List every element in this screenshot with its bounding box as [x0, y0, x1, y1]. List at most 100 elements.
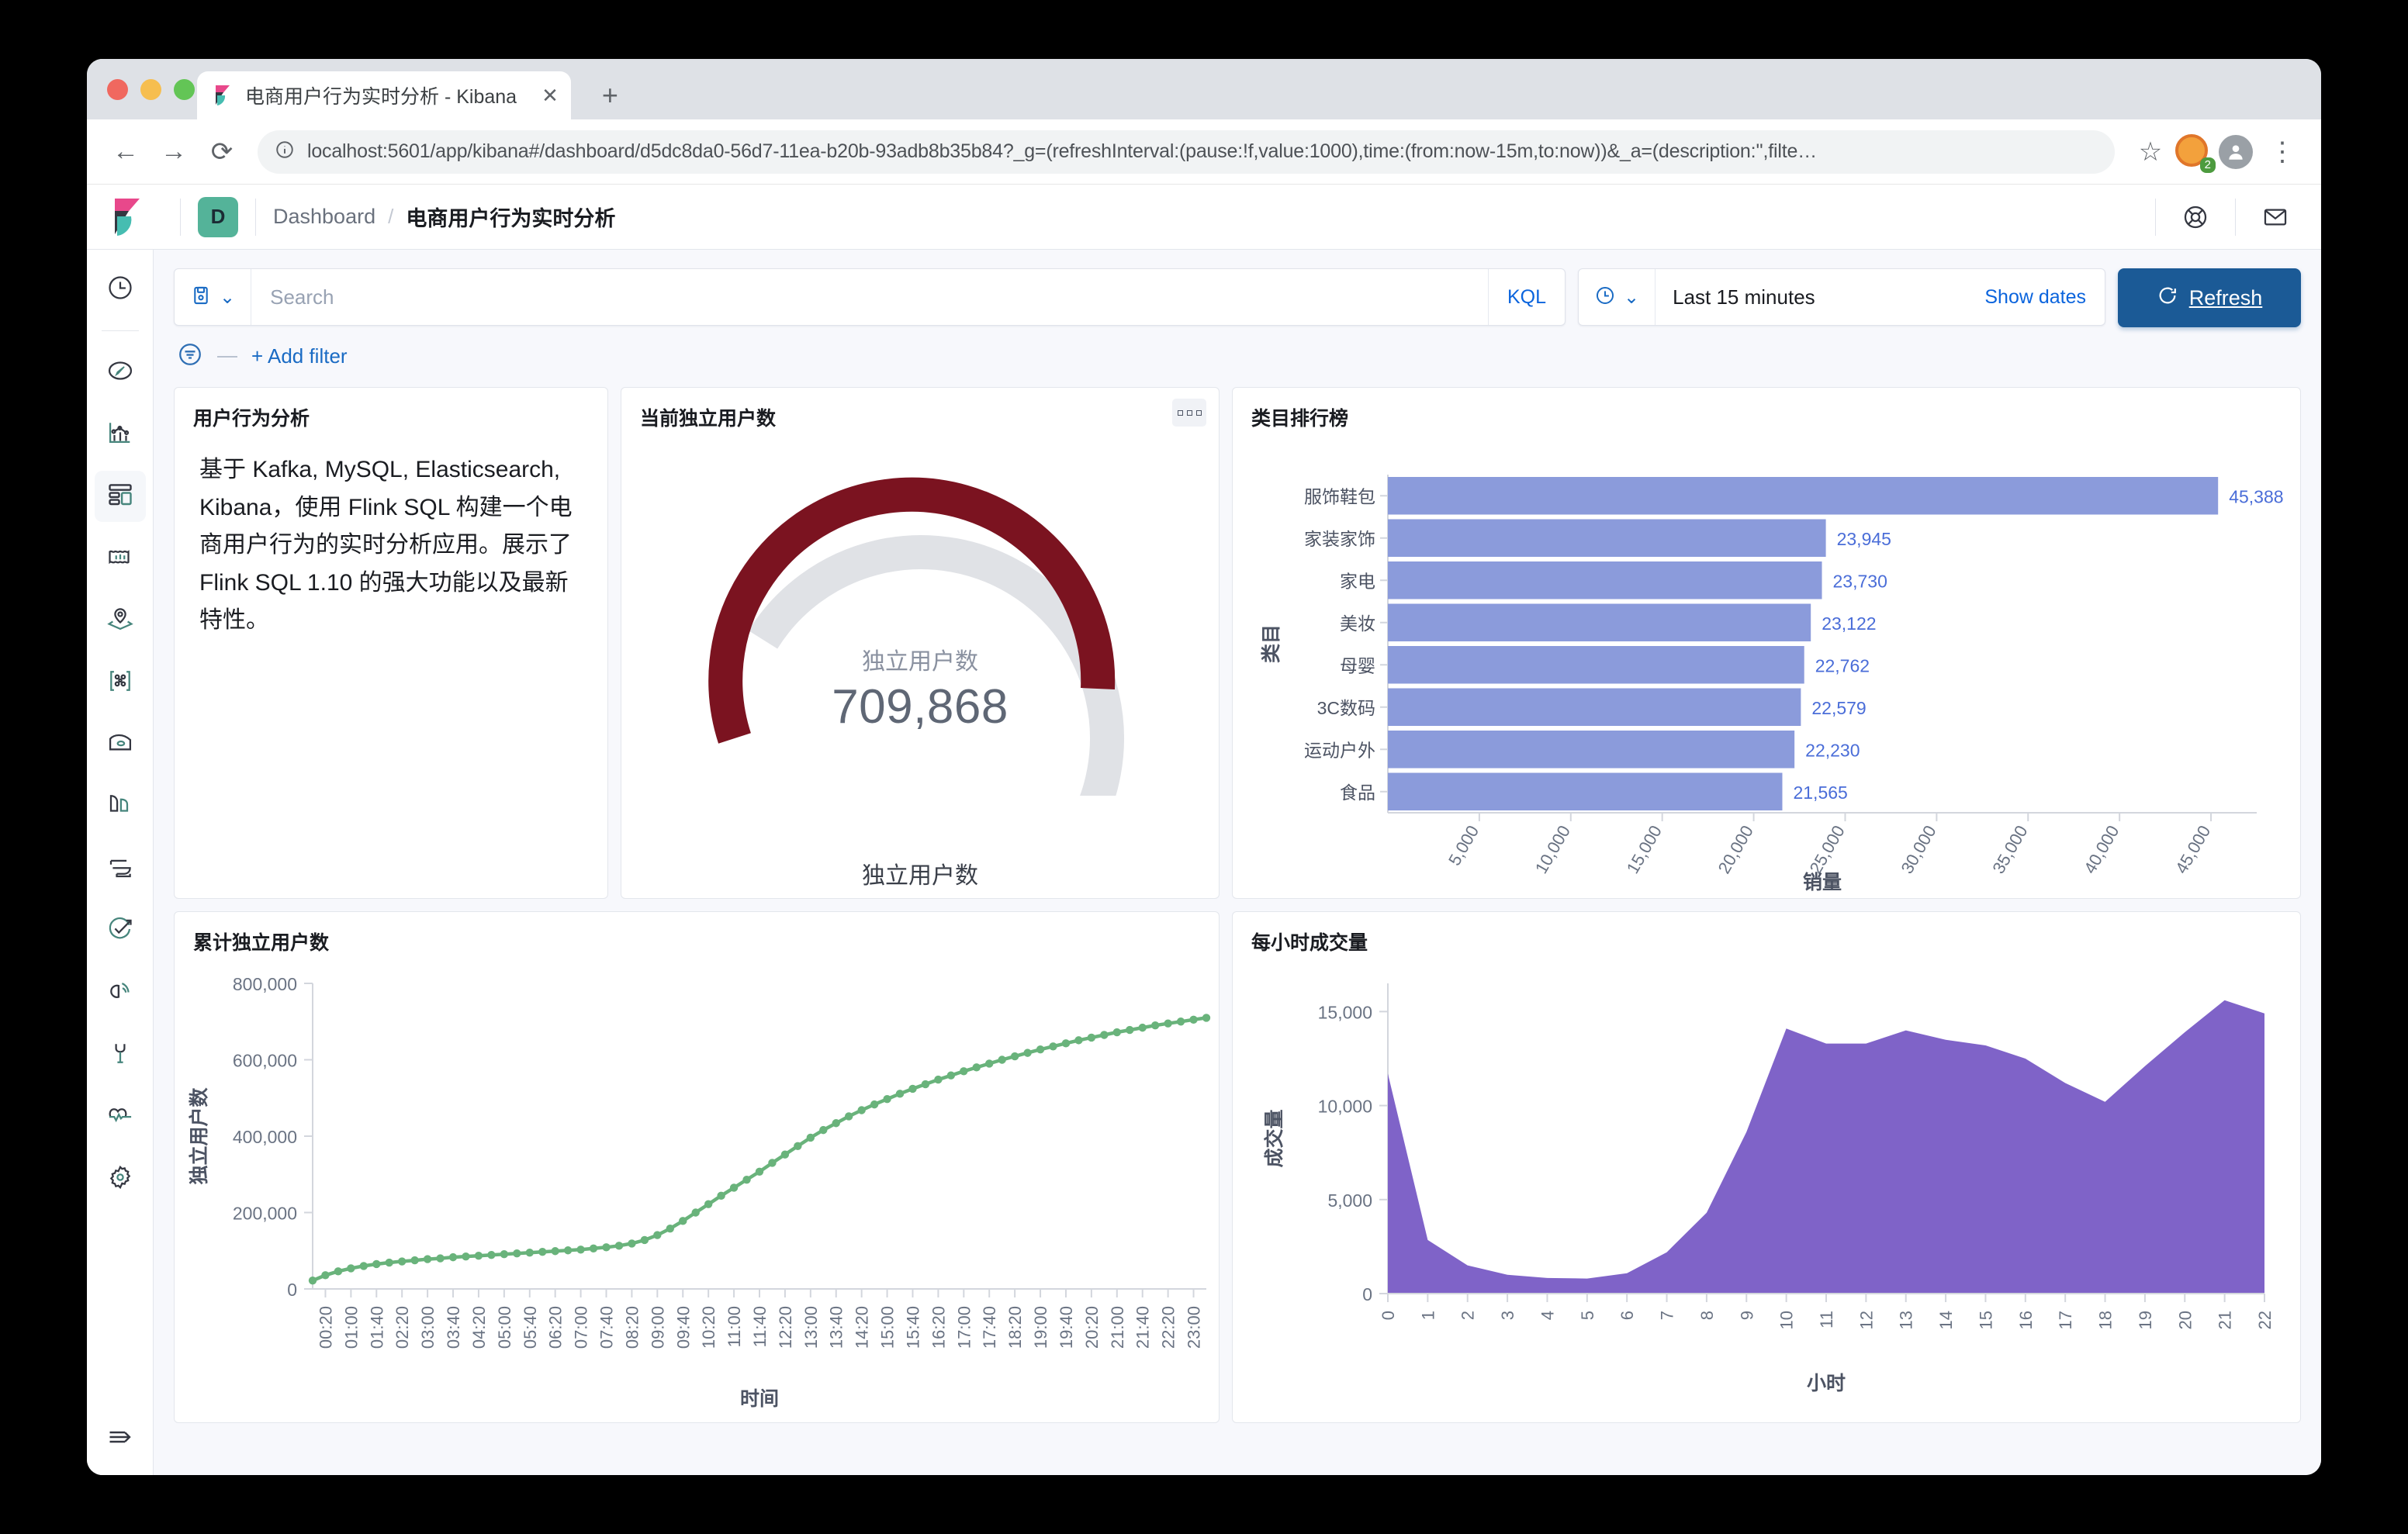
- svg-text:0: 0: [1362, 1284, 1372, 1304]
- kibana-header: D Dashboard / 电商用户行为实时分析: [87, 185, 2321, 250]
- sidebar-item-uptime[interactable]: [95, 905, 146, 956]
- sidebar-item-logs[interactable]: [95, 843, 146, 894]
- address-bar-url: localhost:5601/app/kibana#/dashboard/d5d…: [307, 140, 1817, 162]
- refresh-icon: [2157, 285, 2178, 312]
- site-info-icon[interactable]: [275, 140, 295, 164]
- svg-text:0: 0: [287, 1280, 297, 1300]
- svg-text:销量: 销量: [1803, 872, 1842, 893]
- refresh-label: Refresh: [2188, 285, 2263, 309]
- svg-text:10:20: 10:20: [699, 1306, 718, 1349]
- svg-text:家装家饰: 家装家饰: [1304, 529, 1375, 549]
- help-life-ring-icon[interactable]: [2173, 195, 2218, 240]
- gauge-chart: 独立用户数 709,868: [621, 431, 1219, 865]
- header-divider-3: [2155, 198, 2156, 236]
- dashboard-icon: [106, 481, 134, 513]
- svg-text:10: 10: [1777, 1311, 1797, 1329]
- forward-button[interactable]: →: [152, 130, 195, 174]
- sidebar-item-discover[interactable]: [95, 347, 146, 398]
- search-bar[interactable]: ⌄ Search KQL: [174, 268, 1566, 326]
- svg-text:03:40: 03:40: [444, 1306, 463, 1349]
- date-range-value[interactable]: Last 15 minutes: [1655, 269, 1984, 325]
- svg-text:1: 1: [1418, 1311, 1438, 1320]
- space-avatar[interactable]: D: [198, 196, 238, 237]
- minimize-window-button[interactable]: [140, 79, 161, 100]
- close-window-button[interactable]: [107, 79, 128, 100]
- browser-menu-button[interactable]: ⋮: [2261, 130, 2304, 174]
- reload-button[interactable]: ⟳: [200, 130, 244, 174]
- sidebar-item-apm[interactable]: [95, 967, 146, 1018]
- svg-text:类目: 类目: [1261, 624, 1282, 663]
- svg-text:3C数码: 3C数码: [1317, 698, 1375, 718]
- show-dates-button[interactable]: Show dates: [1984, 286, 2105, 309]
- extension-button[interactable]: 2: [2175, 133, 2216, 173]
- svg-text:美妆: 美妆: [1340, 613, 1375, 634]
- date-picker[interactable]: ⌄ Last 15 minutes Show dates: [1578, 268, 2105, 326]
- sidebar-item-infrastructure[interactable]: [95, 781, 146, 832]
- panel-category-ranking-bar: 类目排行榜 服饰鞋包 45,388 家装家饰 23,945 家电 23,730 美妆 23,1…: [1232, 387, 2301, 899]
- saved-query-menu[interactable]: ⌄: [175, 285, 251, 310]
- breadcrumb-dashboard[interactable]: Dashboard: [273, 205, 375, 229]
- svg-text:23,945: 23,945: [1837, 529, 1891, 549]
- breadcrumb-current: 电商用户行为实时分析: [406, 207, 616, 230]
- panel-context-menu-icon[interactable]: [1172, 399, 1206, 427]
- sidebar-item-dev-tools[interactable]: [95, 1029, 146, 1080]
- svg-text:04:20: 04:20: [469, 1306, 489, 1349]
- svg-text:09:40: 09:40: [673, 1306, 693, 1349]
- bar-chart-svg: 服饰鞋包 45,388 家装家饰 23,945 家电 23,730 美妆 23,122 母婴 22…: [1261, 475, 2284, 893]
- sidebar-item-canvas[interactable]: [95, 533, 146, 584]
- browser-tab[interactable]: 电商用户行为实时分析 - Kibana ✕: [197, 71, 571, 119]
- query-bar: ⌄ Search KQL ⌄ Last 15 minutes Show date…: [154, 250, 2321, 327]
- newsfeed-envelope-icon[interactable]: [2253, 195, 2298, 240]
- sidebar-item-recently-viewed[interactable]: [95, 264, 146, 315]
- uptime-icon: [106, 915, 134, 947]
- chevron-down-icon: ⌄: [220, 286, 236, 308]
- sidebar-item-graph[interactable]: [95, 657, 146, 708]
- panel-title: 类目排行榜: [1251, 408, 1349, 430]
- svg-text:09:00: 09:00: [648, 1306, 667, 1349]
- kibana-body: ⌄ Search KQL ⌄ Last 15 minutes Show date…: [87, 250, 2321, 1475]
- profile-button[interactable]: [2214, 130, 2258, 174]
- date-quick-menu[interactable]: ⌄: [1579, 285, 1655, 310]
- sidebar-item-management[interactable]: [95, 1153, 146, 1204]
- kql-toggle-button[interactable]: KQL: [1487, 269, 1565, 325]
- panel-title: 每小时成交量: [1251, 932, 1368, 954]
- svg-text:13:00: 13:00: [801, 1306, 821, 1349]
- dashboard-row-2: 累计独立用户数 0 200,000 400,000 600,000 800,000 00:…: [174, 911, 2301, 1423]
- bookmark-star-icon[interactable]: ☆: [2129, 130, 2172, 174]
- ml-icon: [106, 729, 134, 761]
- sidebar-collapse-button[interactable]: [95, 1413, 146, 1464]
- kibana-logo-icon[interactable]: [110, 198, 146, 237]
- svg-text:19:00: 19:00: [1031, 1306, 1050, 1349]
- maximize-window-button[interactable]: [174, 79, 195, 100]
- logs-icon: [106, 853, 134, 885]
- browser-tab-title: 电商用户行为实时分析 - Kibana: [245, 86, 517, 108]
- svg-text:40,000: 40,000: [2080, 822, 2123, 877]
- dashboard-main: ⌄ Search KQL ⌄ Last 15 minutes Show date…: [154, 250, 2321, 1475]
- close-tab-button[interactable]: ✕: [541, 84, 559, 108]
- new-tab-button[interactable]: +: [602, 79, 618, 112]
- svg-text:母婴: 母婴: [1340, 655, 1375, 675]
- sidebar-item-visualize[interactable]: [95, 409, 146, 460]
- sidebar-item-dashboard[interactable]: [94, 471, 146, 522]
- svg-text:08:20: 08:20: [622, 1306, 642, 1349]
- dashboard-row-1: 用户行为分析 基于 Kafka, MySQL, Elasticsearch, K…: [174, 387, 2301, 899]
- refresh-button[interactable]: Refresh: [2118, 268, 2301, 327]
- sidebar-item-maps[interactable]: [95, 595, 146, 646]
- apm-icon: [106, 977, 134, 1009]
- svg-text:14: 14: [1936, 1311, 1956, 1329]
- sidebar-item-machine-learning[interactable]: [95, 719, 146, 770]
- sidebar-item-monitoring[interactable]: [95, 1091, 146, 1142]
- address-bar[interactable]: localhost:5601/app/kibana#/dashboard/d5d…: [258, 130, 2115, 174]
- panel-user-behavior-markdown: 用户行为分析 基于 Kafka, MySQL, Elasticsearch, K…: [174, 387, 608, 899]
- svg-text:21,565: 21,565: [1793, 783, 1847, 803]
- svg-text:22:20: 22:20: [1159, 1306, 1178, 1349]
- add-filter-button[interactable]: + Add filter: [251, 344, 348, 368]
- svg-text:7: 7: [1658, 1311, 1677, 1320]
- back-button[interactable]: ←: [104, 130, 147, 174]
- svg-text:10,000: 10,000: [1531, 822, 1574, 877]
- search-input[interactable]: Search: [251, 269, 1488, 325]
- svg-text:21:00: 21:00: [1108, 1306, 1127, 1349]
- heart-pulse-icon: [106, 1101, 134, 1133]
- infrastructure-icon: [106, 791, 134, 823]
- filter-icon[interactable]: [177, 341, 203, 371]
